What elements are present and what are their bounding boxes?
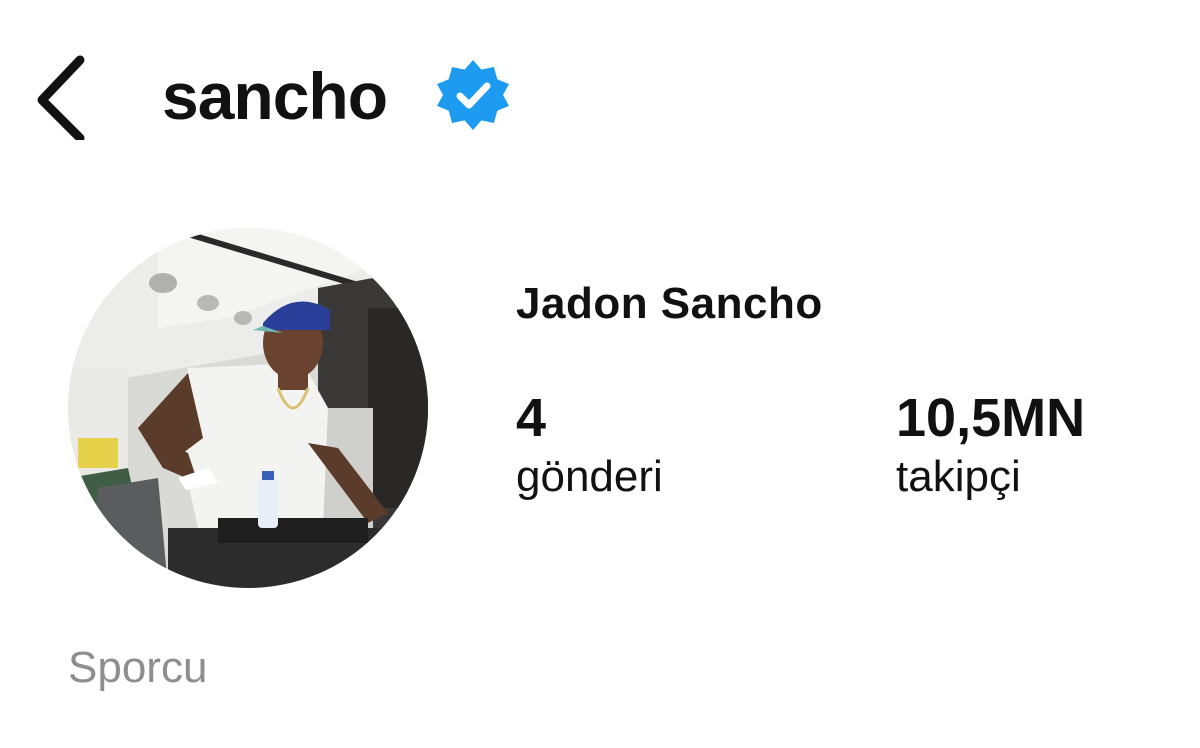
- avatar-photo: [68, 228, 428, 588]
- posts-count-label: gönderi: [516, 452, 663, 501]
- profile-header: sancho: [0, 40, 1200, 150]
- profile-category: Sporcu: [68, 643, 208, 692]
- avatar[interactable]: [68, 228, 428, 588]
- username: sancho: [162, 59, 388, 133]
- back-button[interactable]: [28, 50, 98, 143]
- followers-count[interactable]: 10,5MN takipçi: [896, 388, 1085, 504]
- posts-count-value: 4: [516, 388, 547, 448]
- chevron-left-icon: [37, 55, 85, 143]
- posts-count[interactable]: 4 gönderi: [516, 388, 663, 504]
- followers-count-value: 10,5MN: [896, 388, 1086, 448]
- verified-badge-icon: [437, 60, 509, 130]
- followers-count-label: takipçi: [896, 452, 1021, 501]
- full-name: Jadon Sancho: [516, 279, 823, 328]
